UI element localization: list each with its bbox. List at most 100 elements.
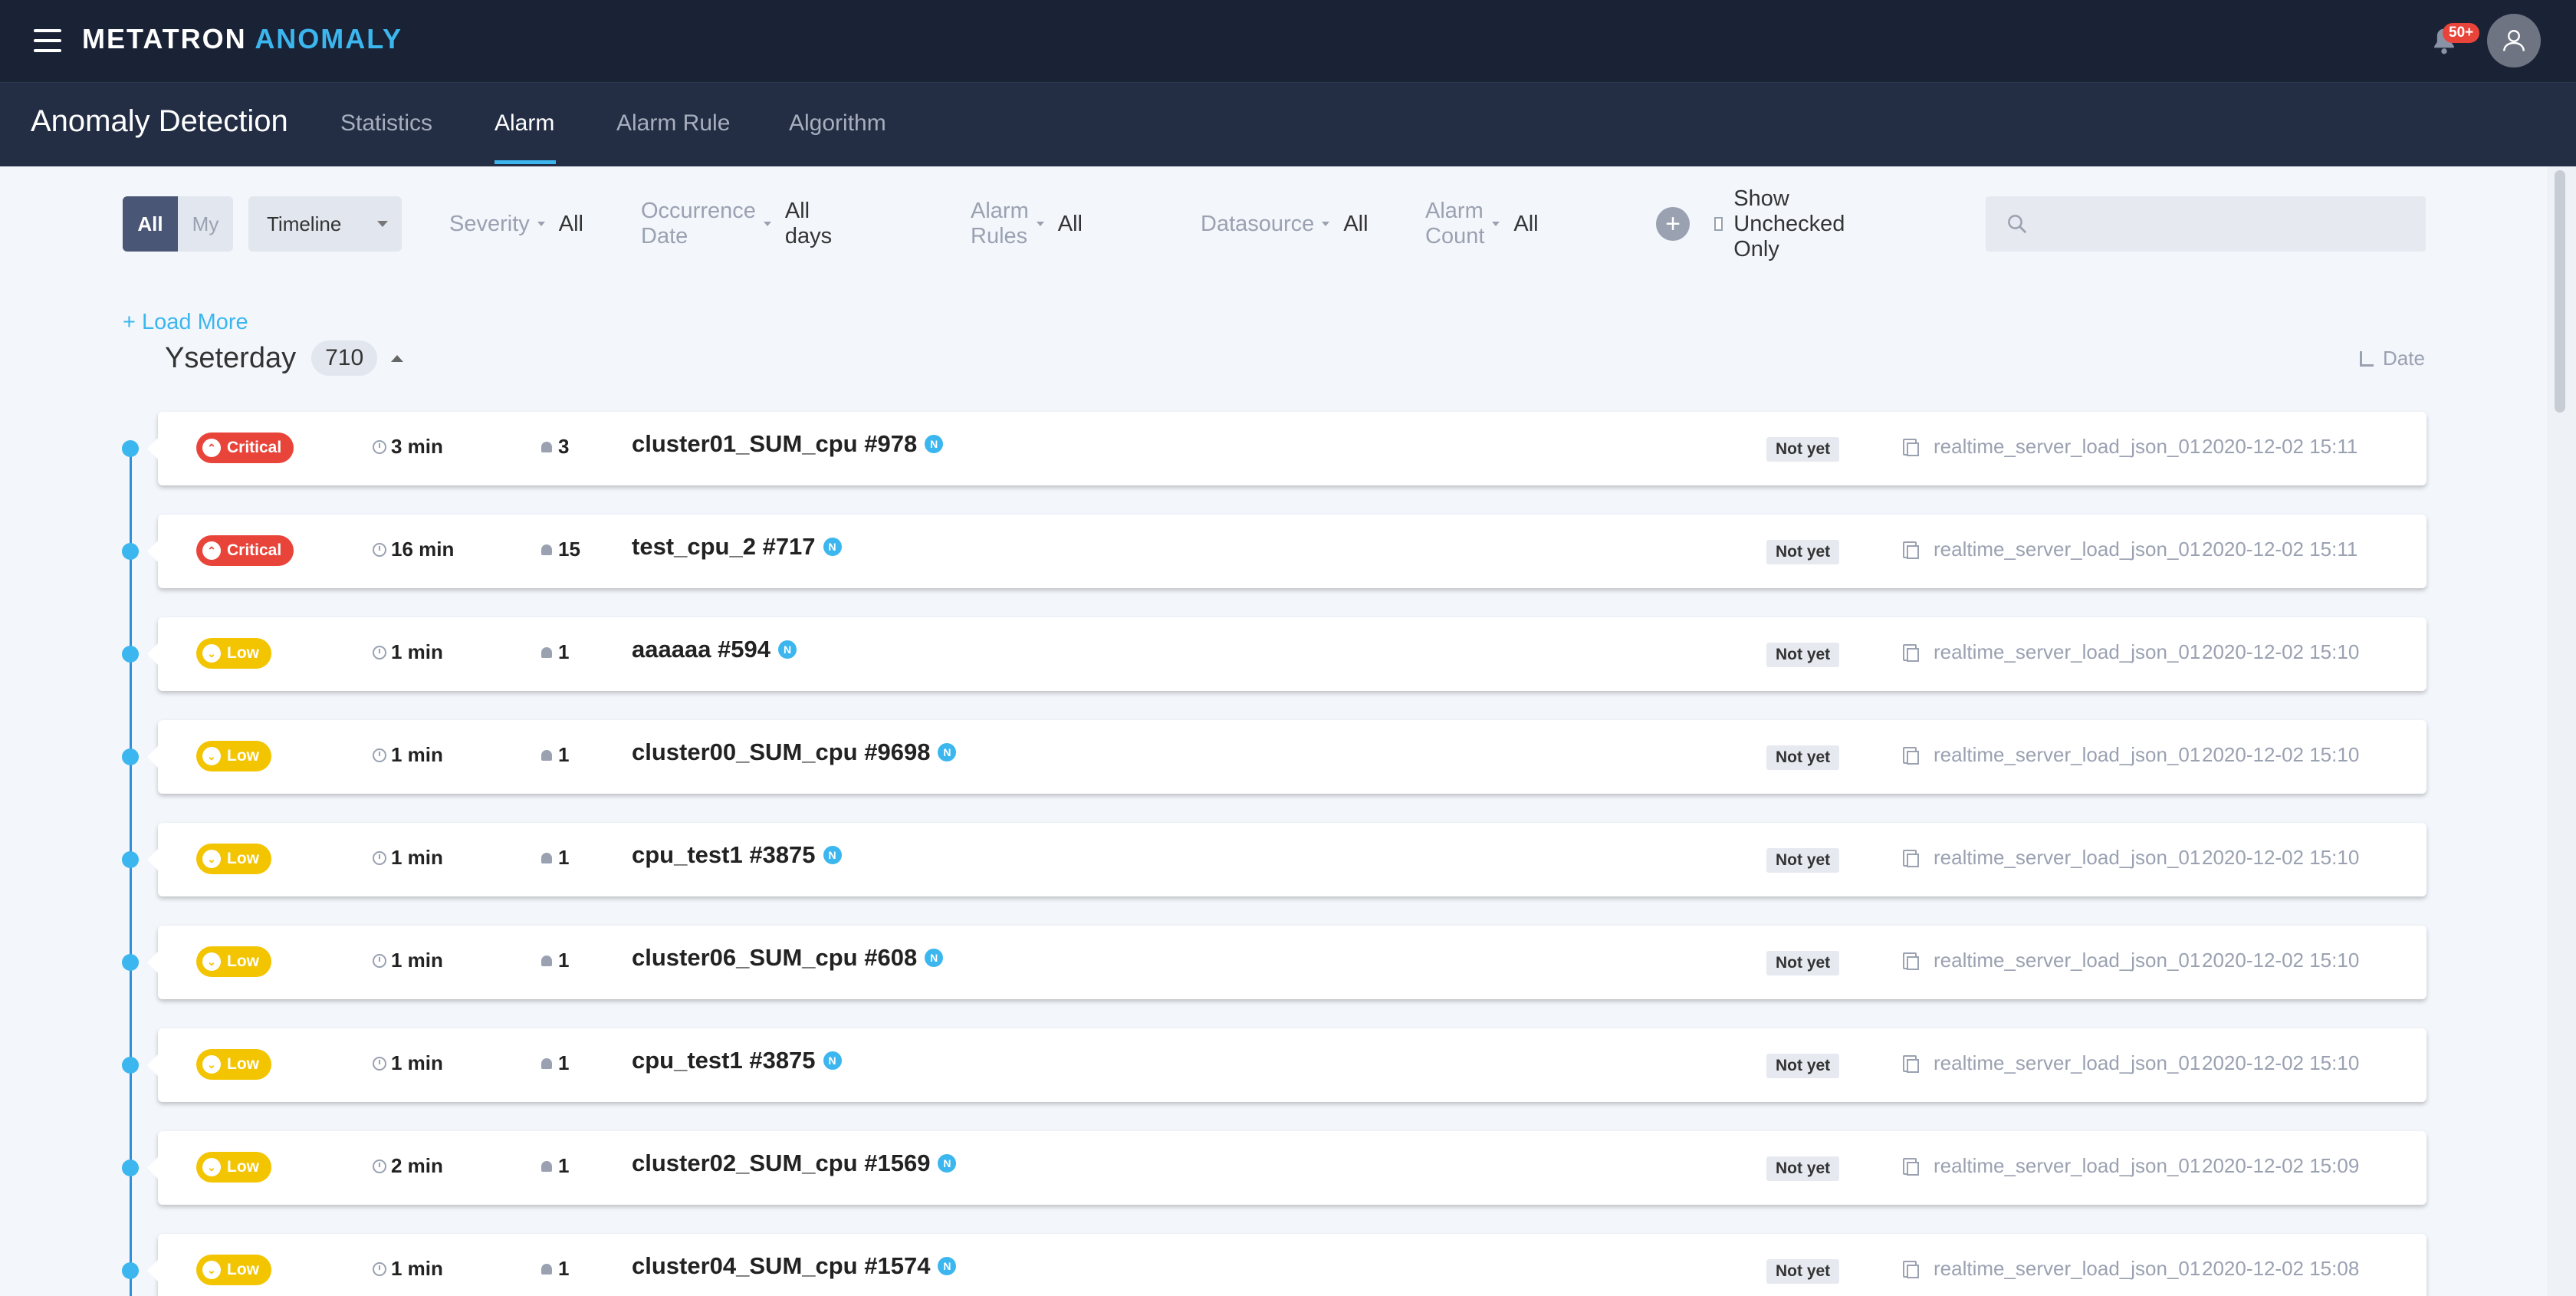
alarm-name[interactable]: cluster00_SUM_cpu #9698 N	[632, 738, 957, 766]
alarm-count: 1	[541, 1051, 569, 1075]
copy-icon[interactable]	[1903, 541, 1919, 559]
alarm-count-value: 1	[558, 846, 570, 869]
severity-badge: ⌄ Low	[196, 1152, 271, 1183]
timeline-dot	[122, 440, 139, 457]
scope-my-button[interactable]: My	[178, 196, 233, 252]
alarm-name[interactable]: aaaaaa #594 N	[632, 636, 797, 663]
row-pointer	[147, 952, 158, 973]
collapse-caret-icon[interactable]	[391, 354, 404, 362]
alarm-row[interactable]: ⌄ Low 2 min 1 cluster02_SUM_cpu #1569 N Not ye…	[147, 1131, 2426, 1205]
occurrence-date-filter-value: All days	[784, 199, 833, 248]
severity-badge: ⌄ Low	[196, 1255, 271, 1285]
severity-filter-label: Severity	[449, 211, 530, 236]
bell-icon	[541, 852, 552, 863]
row-pointer	[147, 1054, 158, 1076]
copy-icon[interactable]	[1903, 952, 1919, 970]
alarm-row[interactable]: ⌄ Low 1 min 1 cluster00_SUM_cpu #9698 N Not ye…	[147, 720, 2426, 794]
alarm-count: 1	[541, 949, 569, 972]
search-box[interactable]	[1986, 196, 2426, 252]
alarm-name[interactable]: test_cpu_2 #717 N	[632, 533, 842, 561]
show-unchecked-only-checkbox[interactable]: Show Unchecked Only	[1714, 186, 1850, 262]
datasource-name: realtime_server_load_json_01	[1934, 538, 2201, 561]
severity-filter[interactable]: Severity All	[449, 196, 583, 252]
alarm-name[interactable]: cluster02_SUM_cpu #1569 N	[632, 1150, 957, 1177]
datasource-name: realtime_server_load_json_01	[1934, 1154, 2201, 1177]
tab-statistics[interactable]: Statistics	[340, 110, 432, 137]
alarm-row[interactable]: ⌄ Low 1 min 1 cluster04_SUM_cpu #1574 N Not ye…	[147, 1234, 2426, 1296]
alarm-name[interactable]: cluster01_SUM_cpu #978 N	[632, 430, 944, 458]
checkbox-box[interactable]	[1714, 217, 1723, 231]
alarm-datetime: 2020-12-02 15:10	[2202, 640, 2360, 663]
alarm-count-value: 1	[558, 1257, 570, 1280]
add-filter-button[interactable]: +	[1656, 207, 1690, 241]
copy-icon[interactable]	[1903, 849, 1919, 867]
view-mode-select[interactable]: Timeline	[248, 196, 402, 252]
scope-all-button[interactable]: All	[123, 196, 178, 252]
alarm-row[interactable]: ⌃ Critical 16 min 15 test_cpu_2 #717 N Not yet…	[147, 515, 2426, 588]
sort-by-date-button[interactable]: Date	[2360, 347, 2425, 370]
datasource: realtime_server_load_json_01	[1903, 1154, 2200, 1178]
search-input[interactable]	[2044, 212, 2412, 236]
severity-label: Low	[227, 952, 259, 970]
occurrence-date-filter-label: Occurrence Date	[641, 199, 756, 248]
copy-icon[interactable]	[1903, 1157, 1919, 1176]
copy-icon[interactable]	[1903, 1260, 1919, 1278]
alarm-count: 1	[541, 1154, 569, 1178]
alarm-row[interactable]: ⌄ Low 1 min 1 cpu_test1 #3875 N Not yet realtim…	[147, 1028, 2426, 1102]
severity-badge: ⌃ Critical	[196, 535, 294, 566]
duration: 1 min	[373, 640, 443, 664]
alarm-rules-filter[interactable]: Alarm Rules All	[971, 196, 1083, 252]
datasource: realtime_server_load_json_01	[1903, 435, 2200, 459]
sort-by-date-label: Date	[2383, 347, 2425, 370]
scrollbar-thumb[interactable]	[2555, 170, 2565, 413]
datasource-name: realtime_server_load_json_01	[1934, 435, 2201, 458]
chevron-up-icon: ⌃	[202, 541, 221, 560]
timeline-dot	[122, 646, 139, 663]
datasource-name: realtime_server_load_json_01	[1934, 1257, 2201, 1280]
menu-icon[interactable]	[34, 29, 61, 52]
alarm-name[interactable]: cpu_test1 #3875 N	[632, 841, 842, 869]
occurrence-date-filter[interactable]: Occurrence Date All days	[641, 196, 832, 252]
duration-value: 1 min	[391, 846, 443, 869]
copy-icon[interactable]	[1903, 1054, 1919, 1073]
new-badge: N	[938, 743, 957, 761]
copy-icon[interactable]	[1903, 746, 1919, 765]
alarm-name[interactable]: cpu_test1 #3875 N	[632, 1047, 842, 1074]
alarm-row[interactable]: ⌄ Low 1 min 1 cpu_test1 #3875 N Not yet realtim…	[147, 823, 2426, 896]
load-more-link[interactable]: + Load More	[123, 310, 248, 335]
datasource-name: realtime_server_load_json_01	[1934, 846, 2201, 869]
new-badge: N	[925, 949, 944, 967]
new-badge: N	[823, 846, 842, 864]
duration: 3 min	[373, 435, 443, 459]
alarm-row[interactable]: ⌄ Low 1 min 1 cluster06_SUM_cpu #608 N Not yet…	[147, 926, 2426, 999]
bell-icon	[541, 1263, 552, 1275]
alarm-count-filter[interactable]: Alarm Count All	[1425, 196, 1539, 252]
bell-icon	[541, 1058, 552, 1069]
alarm-datetime: 2020-12-02 15:10	[2202, 743, 2360, 766]
tab-alarm[interactable]: Alarm	[495, 110, 554, 137]
datasource: realtime_server_load_json_01	[1903, 1051, 2200, 1075]
notification-count-badge: 50+	[2443, 23, 2480, 43]
datasource-name: realtime_server_load_json_01	[1934, 1051, 2201, 1074]
datasource-filter[interactable]: Datasource All	[1201, 196, 1368, 252]
alarm-name[interactable]: cluster06_SUM_cpu #608 N	[632, 944, 944, 972]
chevron-down-icon	[1322, 222, 1330, 226]
status-badge: Not yet	[1766, 643, 1840, 667]
datasource-name: realtime_server_load_json_01	[1934, 640, 2201, 663]
copy-icon[interactable]	[1903, 438, 1919, 456]
severity-badge: ⌄ Low	[196, 741, 271, 771]
timeline-dot	[122, 748, 139, 765]
chevron-down-icon: ⌄	[202, 747, 221, 765]
alarm-name[interactable]: cluster04_SUM_cpu #1574 N	[632, 1252, 957, 1280]
copy-icon[interactable]	[1903, 643, 1919, 662]
alarm-name-text: cluster01_SUM_cpu #978	[632, 430, 918, 457]
row-pointer	[147, 849, 158, 870]
tab-alarm-rule[interactable]: Alarm Rule	[616, 110, 730, 137]
user-avatar[interactable]	[2487, 14, 2541, 67]
tab-algorithm[interactable]: Algorithm	[789, 110, 886, 137]
alarm-row[interactable]: ⌃ Critical 3 min 3 cluster01_SUM_cpu #978 N No…	[147, 412, 2426, 485]
clock-icon	[373, 748, 386, 762]
datasource: realtime_server_load_json_01	[1903, 538, 2200, 561]
alarm-row[interactable]: ⌄ Low 1 min 1 aaaaaa #594 N Not yet realtime_se…	[147, 617, 2426, 691]
app-logo[interactable]: METATRON ANOMALY	[82, 23, 402, 55]
